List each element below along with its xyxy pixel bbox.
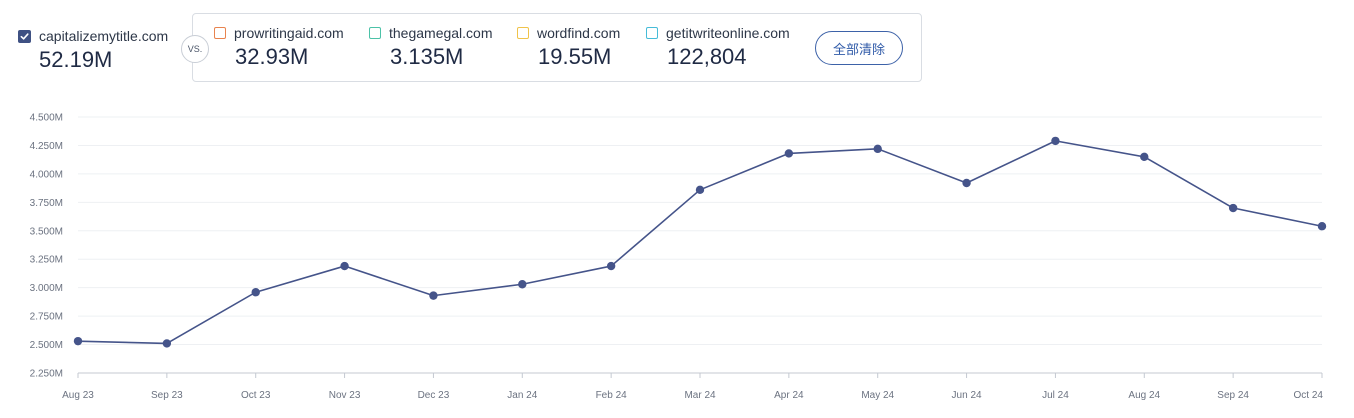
data-point[interactable] bbox=[1140, 152, 1149, 162]
data-point[interactable] bbox=[1051, 136, 1060, 146]
x-tick-label: Oct 24 bbox=[1294, 390, 1324, 401]
y-tick-label: 3.250M bbox=[30, 255, 63, 266]
x-tick-label: Sep 23 bbox=[151, 390, 183, 401]
x-tick-label: Feb 24 bbox=[596, 390, 628, 401]
data-point[interactable] bbox=[695, 185, 705, 195]
x-tick-label: Mar 24 bbox=[684, 390, 716, 401]
y-tick-label: 4.500M bbox=[30, 113, 63, 124]
data-point[interactable] bbox=[962, 178, 971, 188]
x-tick-label: Aug 24 bbox=[1128, 390, 1160, 401]
data-point[interactable] bbox=[518, 280, 527, 289]
y-tick-label: 2.500M bbox=[30, 340, 63, 351]
data-point[interactable] bbox=[606, 261, 616, 271]
x-tick-label: Jul 24 bbox=[1042, 390, 1069, 401]
x-tick-label: May 24 bbox=[861, 390, 894, 401]
x-tick-label: Dec 23 bbox=[418, 390, 450, 401]
data-point[interactable] bbox=[1228, 203, 1238, 213]
y-tick-label: 4.000M bbox=[30, 169, 63, 180]
x-tick-label: Jan 24 bbox=[507, 390, 537, 401]
x-tick-label: Apr 24 bbox=[774, 390, 804, 401]
y-tick-label: 3.750M bbox=[30, 198, 63, 209]
traffic-line-chart: 2.250M 2.500M 2.750M 3.000M 3.250M 3.500M 3.75… bbox=[30, 113, 1327, 401]
y-tick-label: 2.750M bbox=[30, 312, 63, 323]
x-tick-label: Aug 23 bbox=[62, 390, 94, 401]
data-point[interactable] bbox=[784, 149, 794, 158]
x-tick-label: Oct 23 bbox=[241, 390, 271, 401]
data-point[interactable] bbox=[1317, 222, 1327, 231]
series-line bbox=[77, 140, 1323, 345]
data-point[interactable] bbox=[429, 291, 438, 300]
vs-badge: VS. bbox=[181, 35, 209, 63]
x-tick-label: Jun 24 bbox=[952, 390, 982, 401]
y-tick-label: 2.250M bbox=[30, 369, 63, 380]
data-point[interactable] bbox=[340, 261, 349, 271]
x-tick-label: Nov 23 bbox=[329, 390, 361, 401]
y-tick-label: 4.250M bbox=[30, 141, 63, 152]
x-tick-label: Sep 24 bbox=[1217, 390, 1249, 401]
data-point[interactable] bbox=[162, 339, 172, 348]
y-tick-label: 3.000M bbox=[30, 283, 63, 294]
data-point[interactable] bbox=[873, 144, 882, 154]
data-point[interactable] bbox=[251, 288, 260, 297]
y-tick-label: 3.500M bbox=[30, 226, 63, 237]
data-point[interactable] bbox=[73, 336, 83, 346]
